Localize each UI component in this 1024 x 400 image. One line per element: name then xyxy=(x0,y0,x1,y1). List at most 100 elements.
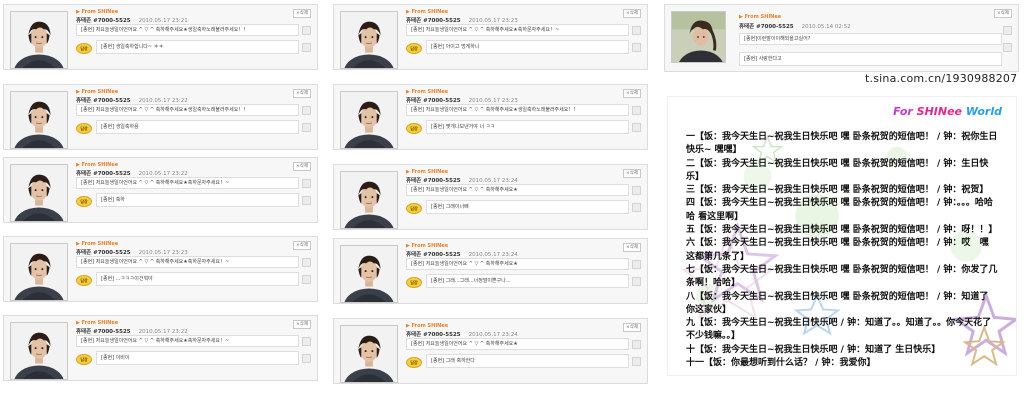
delete-button[interactable]: ×삭제 xyxy=(292,89,311,98)
delete-button[interactable]: ×삭제 xyxy=(993,9,1012,18)
message-card: ▶ From SHINee 휴태존 #7000-5525 2010.05.14 0… xyxy=(664,4,1019,72)
scroll-icon[interactable] xyxy=(302,43,311,52)
message-card: ▶ From SHINee 휴태존 #7000-5525 2010.05.17 2… xyxy=(333,318,648,384)
scroll-icon[interactable] xyxy=(302,258,311,267)
message-text: [종현] 저요늘생일이언어요 ^ ▽ ^ 축하해주세요★ xyxy=(406,258,629,270)
delete-button[interactable]: ×삭제 xyxy=(622,323,641,332)
scroll-icon[interactable] xyxy=(302,179,311,188)
scroll-icon[interactable] xyxy=(1003,43,1012,52)
sender-meta: 휴태존 #7000-5525 2010.05.17 23:23 xyxy=(76,248,188,256)
translation-line: 六【饭：我今天生日~祝我生日快乐吧 嘿 卧条祝贺的短信吧！ / 钟：哎 嘿 这都… xyxy=(686,238,996,262)
reply-text: [종현] 축하 xyxy=(96,193,299,207)
sender-meta: 휴태존 #7000-5525 2010.05.17 23:22 xyxy=(76,169,188,177)
delete-button[interactable]: ×삭제 xyxy=(292,241,311,250)
delete-button[interactable]: ×삭제 xyxy=(622,9,641,18)
delete-button[interactable]: ×삭제 xyxy=(292,320,311,329)
avatar xyxy=(671,11,726,63)
message-card: ▶ From SHINee 휴태존 #7000-5525 2010.05.17 2… xyxy=(333,4,648,70)
message-card: ▶ From SHINee 휴태존 #7000-5525 2010.05.17 2… xyxy=(3,236,318,302)
message-text: [종현] 저요늘생일이언어요 ^ ▽ ^ 축하해주세요★생일축하노래불러주세요！… xyxy=(406,104,629,116)
scroll-icon[interactable] xyxy=(632,260,641,269)
reply-badge-icon[interactable]: 답장 xyxy=(406,203,422,214)
from-label: ▶ From SHINee xyxy=(76,9,119,15)
sender-meta: 휴태존 #7000-5525 2010.05.17 23:23 xyxy=(406,16,518,24)
reply-badge-icon[interactable]: 답장 xyxy=(406,277,422,288)
scroll-icon[interactable] xyxy=(632,186,641,195)
scroll-icon[interactable] xyxy=(302,196,311,205)
avatar xyxy=(10,243,68,301)
avatar xyxy=(340,11,398,69)
message-text: [종현] 저요늘생일이언어요 ^ ▽ ^ 축하해주세요★생일축하노래불러주세요！… xyxy=(76,24,299,36)
from-label: ▶ From SHINee xyxy=(76,241,119,247)
from-label: ▶ From SHINee xyxy=(406,323,449,329)
reply-text: [종현] 그래...그래...너정말이쁜구나... xyxy=(426,274,629,288)
scroll-icon[interactable] xyxy=(632,277,641,286)
from-label: ▶ From SHINee xyxy=(76,89,119,95)
reply-badge-icon[interactable]: 답장 xyxy=(76,354,92,365)
sender-meta: 휴태존 #7000-5525 2010.05.17 23:24 xyxy=(406,250,518,258)
avatar xyxy=(10,11,68,69)
reply-badge-icon[interactable]: 답장 xyxy=(406,43,422,54)
chinese-translation-panel: For SHINee World 一【饭：我今天生日~祝我生日快乐吧 嘿 卧条祝… xyxy=(667,96,1017,376)
scroll-icon[interactable] xyxy=(302,106,311,115)
delete-button[interactable]: ×삭제 xyxy=(622,89,641,98)
scroll-icon[interactable] xyxy=(302,354,311,363)
translation-line: 十【饭：我今天生日~祝我生日快乐吧 / 钟：知道了 生日快乐】 xyxy=(686,344,941,355)
scroll-icon[interactable] xyxy=(632,340,641,349)
panel-title: For SHINee World xyxy=(893,105,1002,118)
from-label: ▶ From SHINee xyxy=(406,9,449,15)
reply-badge-icon[interactable]: 답장 xyxy=(406,357,422,368)
reply-badge-icon[interactable]: 답장 xyxy=(76,275,92,286)
avatar xyxy=(340,171,398,229)
avatar xyxy=(340,325,398,383)
message-card: ▶ From SHINee 휴태존 #7000-5525 2010.05.17 2… xyxy=(3,157,318,223)
reply-text: [종현] 아이고 멍게하니 xyxy=(426,40,629,54)
sender-meta: 휴태존 #7000-5525 2010.05.17 23:24 xyxy=(406,176,518,184)
message-card: ▶ From SHINee 휴태존 #7000-5525 2010.05.17 2… xyxy=(3,315,318,381)
delete-button[interactable]: ×삭제 xyxy=(622,169,641,178)
translation-line: 二【饭：我今天生日~祝我生日快乐吧 嘿 卧条祝贺的短信吧！ / 钟：生日快乐】 xyxy=(686,158,989,182)
scroll-icon[interactable] xyxy=(302,275,311,284)
reply-badge-icon[interactable]: 답장 xyxy=(406,123,422,134)
weibo-watermark: t.sina.com.cn/1930988207 xyxy=(865,72,1018,85)
translation-line: 八【饭：我今天生日~祝我生日快乐吧 嘿 卧条祝贺的短信吧！ / 钟：知道了 你这… xyxy=(686,291,995,315)
scroll-icon[interactable] xyxy=(302,26,311,35)
from-label: ▶ From SHINee xyxy=(76,162,119,168)
delete-button[interactable]: ×삭제 xyxy=(622,243,641,252)
reply-badge-icon[interactable]: 답장 xyxy=(76,123,92,134)
message-card: ▶ From SHINee 휴태존 #7000-5525 2010.05.17 2… xyxy=(3,84,318,150)
sender-meta: 휴태존 #7000-5525 2010.05.17 23:22 xyxy=(76,96,188,104)
reply-text: [종현] 그래 축하한다 xyxy=(426,354,629,368)
scroll-icon[interactable] xyxy=(632,357,641,366)
scroll-icon[interactable] xyxy=(632,123,641,132)
reply-text: [종현] 생일축하용 xyxy=(96,120,299,134)
translation-lines: 一【饭：我今天生日~祝我生日快乐吧 嘿 卧条祝贺的短信吧！ / 钟：祝你生日快乐… xyxy=(686,131,998,370)
reply-badge-icon[interactable]: 답장 xyxy=(76,43,92,54)
avatar xyxy=(10,164,68,222)
avatar xyxy=(340,245,398,303)
delete-button[interactable]: ×삭제 xyxy=(292,9,311,18)
scroll-icon[interactable] xyxy=(302,123,311,132)
scroll-icon[interactable] xyxy=(1003,26,1012,35)
reply-badge-icon[interactable]: 답장 xyxy=(76,196,92,207)
scroll-icon[interactable] xyxy=(632,203,641,212)
translation-line: 五【饭：我今天生日~祝我生日快乐吧 嘿 卧条祝贺的短信吧！ / 钟：呀！！】 xyxy=(686,225,998,236)
from-label: ▶ From SHINee xyxy=(76,320,119,326)
scroll-icon[interactable] xyxy=(632,106,641,115)
reply-text: [종현] 그래이너삐 xyxy=(426,200,629,214)
reply-text: [종현] ...ㅋㅋㅋ이건뭐야 xyxy=(96,272,299,286)
message-text: [종현] 저요늘생일이언어요 ^ ▽ ^ 축하해주세요★ xyxy=(406,184,629,196)
translation-line: 九【饭：我今天生日~祝我生日快乐吧 / 钟：知道了。。知道了。。你今天花了不少钱… xyxy=(686,318,992,342)
message-text: [종현] 저요늘생일이언어요 ^ ▽ ^ 축하해주세요★축하문자주세요！~ xyxy=(76,335,299,347)
sender-meta: 휴태존 #7000-5525 2010.05.17 23:24 xyxy=(406,330,518,338)
delete-button[interactable]: ×삭제 xyxy=(292,162,311,171)
scroll-icon[interactable] xyxy=(632,26,641,35)
sender-meta: 휴태존 #7000-5525 2010.05.17 23:23 xyxy=(406,96,518,104)
sender-meta: 휴태존 #7000-5525 2010.05.14 02:52 xyxy=(739,22,851,30)
sender-meta: 휴태존 #7000-5525 2010.05.17 23:22 xyxy=(76,327,188,335)
reply-text: [종현] 몇개나보낸거야 너 ㅋㅋ xyxy=(426,120,629,134)
scroll-icon[interactable] xyxy=(302,337,311,346)
reply-text: [종현] 생일축하합니다~ ＊＊ xyxy=(96,40,299,54)
scroll-icon[interactable] xyxy=(632,43,641,52)
message-time: 2010.05.14 02:52 xyxy=(801,24,851,30)
